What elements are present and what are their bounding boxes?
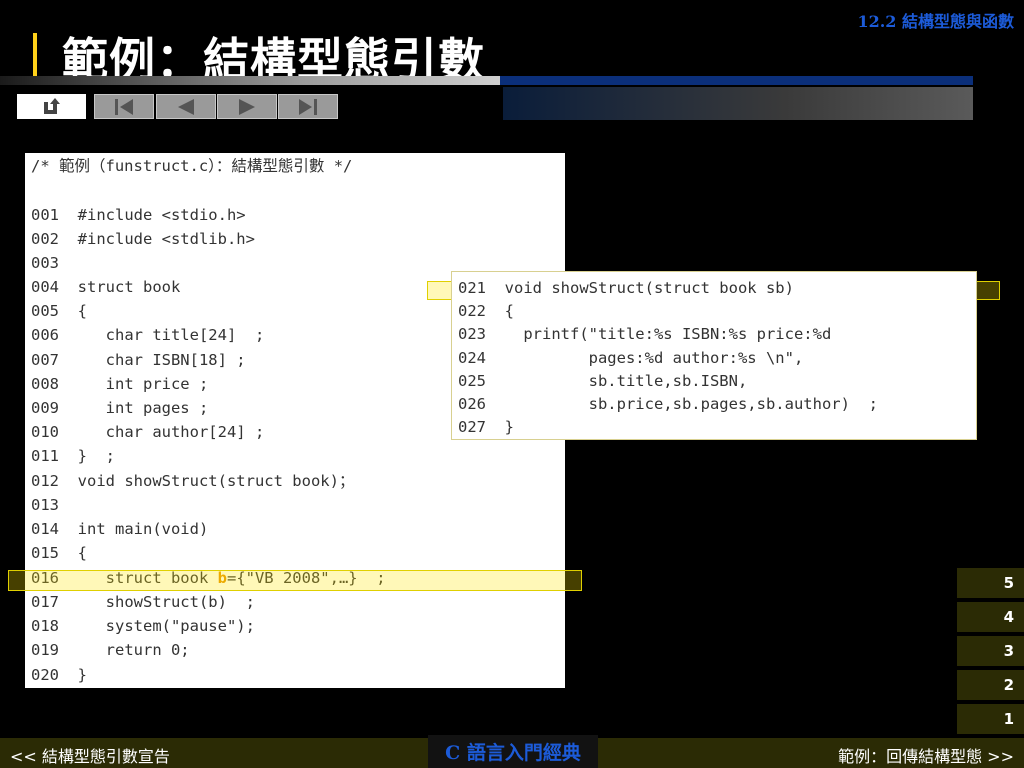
- book-title: C 語言入門經典: [428, 735, 598, 768]
- last-slide-button[interactable]: [278, 94, 338, 119]
- page-tab-4[interactable]: 4: [957, 602, 1024, 632]
- code-line: 009 int pages ;: [31, 399, 209, 417]
- code-line: 006 char title[24] ;: [31, 326, 265, 344]
- next-topic-link[interactable]: 範例：回傳結構型態 >>: [838, 743, 1014, 767]
- code-line: 004 struct book: [31, 278, 181, 296]
- code-line: 018 system("pause");: [31, 617, 255, 635]
- return-button[interactable]: [17, 94, 86, 119]
- code-line: 025 sb.title,sb.ISBN,: [458, 372, 748, 390]
- section-label: 12.2 結構型態與函數: [857, 12, 1014, 31]
- code-line: /* 範例（funstruct.c）：結構型態引數 */: [31, 157, 353, 175]
- code-line: 010 char author[24] ;: [31, 423, 265, 441]
- code-line: 015 {: [31, 544, 87, 562]
- code-line: 013: [31, 496, 59, 514]
- title-accent-bar: [33, 33, 37, 78]
- first-slide-button[interactable]: [94, 94, 154, 119]
- nav-strip: [503, 87, 973, 120]
- previous-slide-button[interactable]: [156, 94, 216, 119]
- code-line: 007 char ISBN[18] ;: [31, 351, 246, 369]
- next-slide-button[interactable]: [217, 94, 277, 119]
- code-line: 005 {: [31, 302, 87, 320]
- page-tab-5[interactable]: 5: [957, 568, 1024, 598]
- line-16-highlight: [8, 570, 582, 591]
- code-line: 002 #include <stdlib.h>: [31, 230, 255, 248]
- page-tab-1[interactable]: 1: [957, 704, 1024, 734]
- code-line: 024 pages:%d author:%s \n",: [458, 349, 804, 367]
- return-icon: [43, 97, 60, 114]
- page-tab-3[interactable]: 3: [957, 636, 1024, 666]
- code-line: 027 }: [458, 418, 514, 436]
- first-slide-icon: [115, 98, 133, 115]
- code-line: 008 int price ;: [31, 375, 209, 393]
- title-rule: [0, 76, 500, 85]
- code-line: 014 int main(void): [31, 520, 209, 538]
- code-line: 023 printf("title:%s ISBN:%s price:%d: [458, 325, 832, 343]
- code-line: 026 sb.price,sb.pages,sb.author) ;: [458, 395, 878, 413]
- code-line: 020 }: [31, 666, 87, 684]
- code-line: 017 showStruct(b) ;: [31, 593, 255, 611]
- page-tab-2[interactable]: 2: [957, 670, 1024, 700]
- code-line: 021 void showStruct(struct book sb): [458, 279, 794, 297]
- title-rule-accent: [500, 76, 973, 85]
- previous-slide-icon: [178, 98, 194, 115]
- function-detail-panel: 021 void showStruct(struct book sb) 022 …: [451, 271, 977, 440]
- previous-topic-link[interactable]: << 結構型態引數宣告: [10, 743, 170, 767]
- code-line: 011 } ;: [31, 447, 115, 465]
- code-line: 022 {: [458, 302, 514, 320]
- next-slide-icon: [239, 98, 255, 115]
- code-line: 019 return 0;: [31, 641, 190, 659]
- code-line: 012 void showStruct(struct book)；: [31, 472, 355, 490]
- code-line: 001 #include <stdio.h>: [31, 206, 246, 224]
- code-line: 003: [31, 254, 59, 272]
- last-slide-icon: [299, 98, 317, 115]
